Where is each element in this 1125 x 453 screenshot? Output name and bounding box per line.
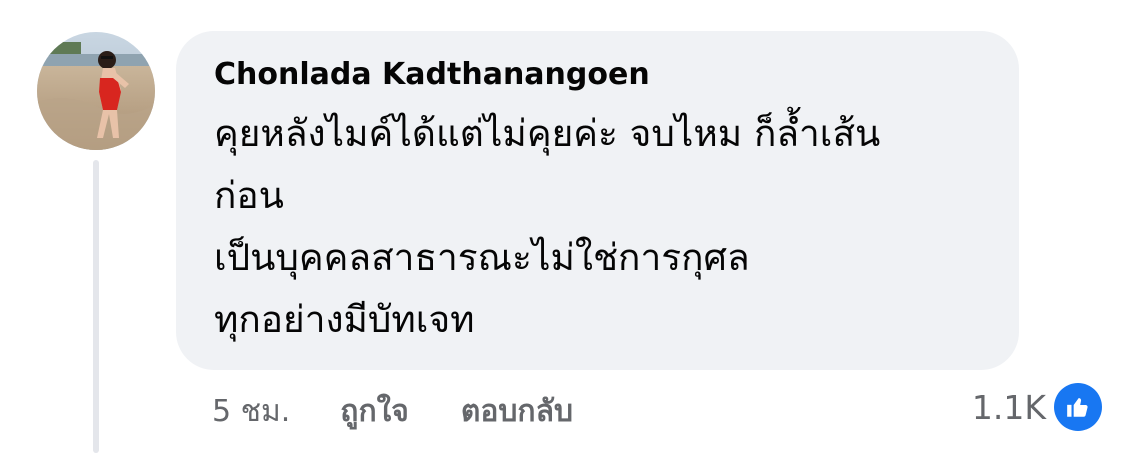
- comment-author[interactable]: Chonlada Kadthanangoen: [214, 57, 650, 93]
- reply-button[interactable]: ตอบกลับ: [461, 388, 573, 435]
- comment-actions: 5 ชม. ถูกใจ ตอบกลับ: [212, 389, 573, 433]
- profile-photo-icon: [37, 32, 155, 150]
- comment-text: คุยหลังไมค์ได้แต่ไม่คุยค่ะ จบไหม ก็ล้ำเส…: [214, 112, 881, 341]
- reaction-count: 1.1K: [971, 387, 1046, 427]
- reaction-summary[interactable]: 1.1K: [972, 383, 1102, 431]
- comment-bubble: Chonlada Kadthanangoen คุยหลังไมค์ได้แต่…: [176, 31, 1019, 370]
- avatar[interactable]: [37, 32, 155, 150]
- comment-timestamp[interactable]: 5 ชม.: [212, 388, 290, 435]
- reply-thread-line: [93, 160, 99, 453]
- like-button[interactable]: ถูกใจ: [340, 388, 409, 435]
- thumbs-up-icon: [1054, 383, 1102, 431]
